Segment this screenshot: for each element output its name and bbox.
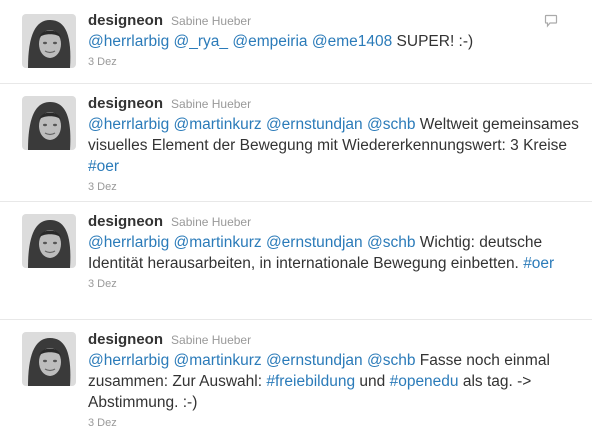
mention-link[interactable]: @herrlarbig — [88, 234, 169, 251]
avatar[interactable] — [22, 214, 76, 268]
full-name: Sabine Hueber — [171, 97, 252, 111]
timestamp[interactable]: 3 Dez — [88, 417, 117, 429]
mention-link[interactable]: @ernstundjan — [266, 352, 363, 369]
mention-link[interactable]: @ernstundjan — [266, 234, 363, 251]
timestamp[interactable]: 3 Dez — [88, 278, 117, 290]
screen-name[interactable]: designeon — [88, 12, 163, 29]
tweet[interactable]: designeon Sabine Hueber @herrlarbig @mar… — [0, 320, 592, 443]
mention-link[interactable]: @martinkurz — [174, 352, 262, 369]
tweet-header: designeon Sabine Hueber — [88, 95, 580, 113]
tweet-text: @herrlarbig @martinkurz @ernstundjan @sc… — [88, 232, 580, 274]
screen-name[interactable]: designeon — [88, 331, 163, 348]
mention-link[interactable]: @martinkurz — [174, 116, 262, 133]
tweet-header: designeon Sabine Hueber — [88, 213, 580, 231]
mention-link[interactable]: @ernstundjan — [266, 116, 363, 133]
tweet-text: @herrlarbig @martinkurz @ernstundjan @sc… — [88, 114, 580, 177]
avatar[interactable] — [22, 96, 76, 150]
tweet-text: @herrlarbig @_rya_ @empeiria @eme1408 SU… — [88, 31, 580, 52]
full-name: Sabine Hueber — [171, 333, 252, 347]
tweet[interactable]: designeon Sabine Hueber @herrlarbig @mar… — [0, 84, 592, 202]
tweet-content: designeon Sabine Hueber @herrlarbig @mar… — [88, 95, 580, 195]
tweet-header: designeon Sabine Hueber — [88, 12, 580, 30]
avatar[interactable] — [22, 332, 76, 386]
hashtag-link[interactable]: #oer — [88, 158, 119, 175]
tweet-timeline: designeon Sabine Hueber @herrlarbig @_ry… — [0, 0, 592, 443]
tweet[interactable]: designeon Sabine Hueber @herrlarbig @_ry… — [0, 0, 592, 84]
hashtag-link[interactable]: #oer — [523, 255, 554, 272]
full-name: Sabine Hueber — [171, 14, 252, 28]
mention-link[interactable]: @herrlarbig — [88, 33, 169, 50]
mention-link[interactable]: @herrlarbig — [88, 352, 169, 369]
mention-link[interactable]: @schb — [367, 352, 415, 369]
mention-link[interactable]: @martinkurz — [174, 234, 262, 251]
hashtag-link[interactable]: #openedu — [390, 373, 459, 390]
mention-link[interactable]: @schb — [367, 234, 415, 251]
tweet-content: designeon Sabine Hueber @herrlarbig @mar… — [88, 213, 580, 292]
mention-link[interactable]: @schb — [367, 116, 415, 133]
screen-name[interactable]: designeon — [88, 95, 163, 112]
tweet-content: designeon Sabine Hueber @herrlarbig @_ry… — [88, 12, 580, 70]
mention-link[interactable]: @herrlarbig — [88, 116, 169, 133]
screen-name[interactable]: designeon — [88, 213, 163, 230]
hashtag-link[interactable]: #freiebildung — [266, 373, 355, 390]
timestamp[interactable]: 3 Dez — [88, 56, 117, 68]
timestamp[interactable]: 3 Dez — [88, 181, 117, 193]
avatar[interactable] — [22, 14, 76, 68]
tweet-text-segment: SUPER! :-) — [392, 33, 474, 50]
mention-link[interactable]: @empeiria — [232, 33, 307, 50]
tweet-text: @herrlarbig @martinkurz @ernstundjan @sc… — [88, 350, 580, 413]
full-name: Sabine Hueber — [171, 215, 252, 229]
tweet-header: designeon Sabine Hueber — [88, 331, 580, 349]
tweet[interactable]: designeon Sabine Hueber @herrlarbig @mar… — [0, 202, 592, 320]
tweet-text-segment: und — [355, 373, 390, 390]
mention-link[interactable]: @eme1408 — [312, 33, 392, 50]
tweet-content: designeon Sabine Hueber @herrlarbig @mar… — [88, 331, 580, 431]
mention-link[interactable]: @_rya_ — [174, 33, 229, 50]
speech-bubble-icon[interactable] — [544, 14, 558, 28]
